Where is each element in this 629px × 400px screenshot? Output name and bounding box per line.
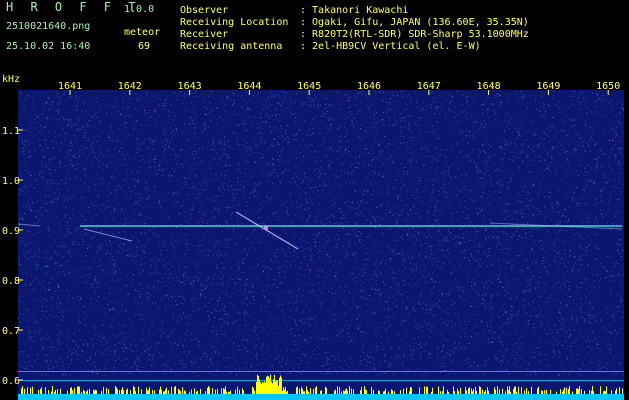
y-tick-label: 0.6 — [2, 376, 20, 387]
y-unit-label: kHz — [2, 74, 20, 85]
spectrogram: 1641 1642 1643 1644 1645 1646 1647 1648 1649 1650… — [2, 74, 624, 400]
meteor-head — [263, 225, 269, 231]
y-tick-label: 0.8 — [2, 276, 20, 287]
y-tick-label: 1.1 — [2, 126, 20, 137]
y-tick-label: 0.9 — [2, 226, 20, 237]
y-tick-label: 1.0 — [2, 176, 20, 187]
reference-line-upper — [18, 371, 624, 372]
y-tick-label: 0.7 — [2, 326, 20, 337]
level-baseline — [18, 394, 624, 400]
reference-line-lower — [18, 380, 624, 381]
